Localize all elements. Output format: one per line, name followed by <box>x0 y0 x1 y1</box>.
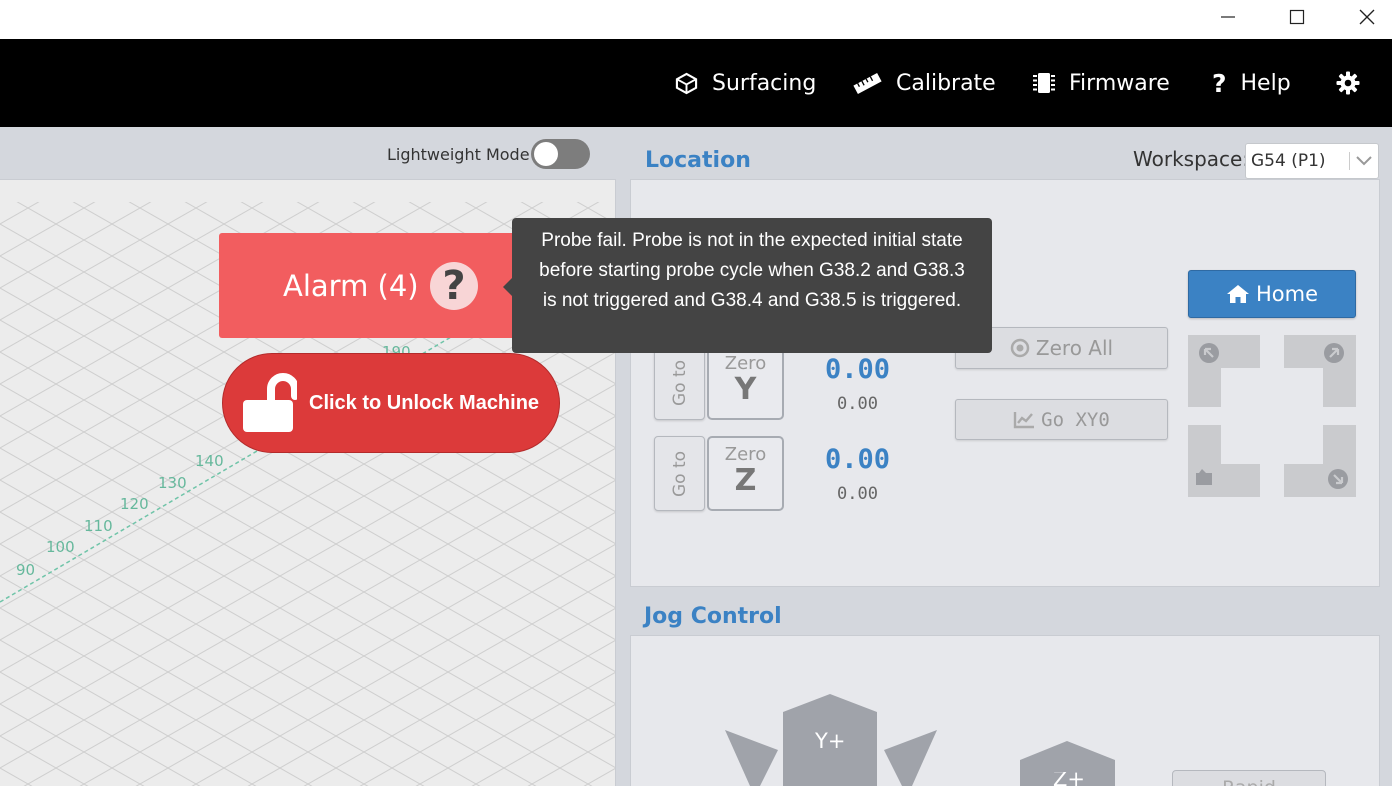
jog-y-plus-label: Y+ <box>815 729 846 753</box>
corner-bottom-right-button[interactable] <box>1284 425 1356 497</box>
home-label: Home <box>1255 282 1318 306</box>
close-icon <box>1359 9 1375 25</box>
workspace-label: Workspace: <box>1133 147 1250 171</box>
y-work-position: 0.00 <box>825 354 891 385</box>
workspace-value: G54 (P1) <box>1251 151 1326 171</box>
tooltip-arrow <box>503 278 512 296</box>
jog-x-plus-y-plus-button[interactable] <box>884 730 937 786</box>
goto-y-button[interactable]: Go to <box>654 345 705 420</box>
nav-calibrate[interactable]: Calibrate <box>853 39 996 127</box>
jog-x-minus-y-plus-button[interactable] <box>725 730 778 786</box>
ruler-icon <box>853 72 882 94</box>
axis-label: 130 <box>158 474 187 492</box>
corner-top-right-button[interactable] <box>1284 335 1356 407</box>
z-work-position: 0.00 <box>825 444 891 475</box>
surfacing-icon <box>675 72 698 94</box>
go-xy0-label: Go XY0 <box>1041 408 1110 431</box>
close-button[interactable] <box>1344 0 1390 34</box>
axis-label: 110 <box>84 517 113 535</box>
goto-z-button[interactable]: Go to <box>654 436 705 511</box>
home-icon <box>1226 285 1249 303</box>
zero-z-button[interactable]: Zero Z <box>707 436 784 511</box>
unlock-machine-button[interactable]: Click to Unlock Machine <box>222 353 560 453</box>
window-titlebar <box>0 0 1392 39</box>
location-title: Location <box>645 148 751 173</box>
axis-label: 120 <box>120 495 149 513</box>
question-icon: ? <box>1212 68 1227 98</box>
axis-label: 140 <box>195 452 224 470</box>
jog-z-plus-label: Z+ <box>1053 772 1085 786</box>
lightweight-mode-label: Lightweight Mode <box>387 145 530 164</box>
nav-firmware-label: Firmware <box>1069 70 1170 96</box>
zero-y-button[interactable]: Zero Y <box>707 345 784 420</box>
z-machine-position: 0.00 <box>837 484 878 504</box>
axis-label: 100 <box>46 538 75 556</box>
maximize-button[interactable] <box>1274 0 1320 34</box>
toggle-knob <box>534 142 558 166</box>
chart-line-icon <box>1013 411 1035 428</box>
rapid-label: Rapid <box>1222 777 1276 786</box>
corner-bottom-left-button[interactable] <box>1188 425 1260 497</box>
alarm-help-icon[interactable]: ? <box>430 262 478 310</box>
nav-surfacing[interactable]: Surfacing <box>675 39 816 127</box>
corner-top-left-button[interactable] <box>1188 335 1260 407</box>
target-icon <box>1010 338 1030 358</box>
gear-icon <box>1336 71 1360 95</box>
goto-y-label: Go to <box>669 359 690 406</box>
zero-y-axis: Y <box>734 372 757 407</box>
alarm-tooltip-text: Probe fail. Probe is not in the expected… <box>539 230 965 311</box>
question-glyph: ? <box>442 263 466 309</box>
zero-z-axis: Z <box>734 463 757 498</box>
minimize-button[interactable] <box>1205 0 1251 34</box>
nav-firmware[interactable]: Firmware <box>1033 39 1170 127</box>
go-xy0-button[interactable]: Go XY0 <box>955 399 1168 440</box>
select-separator <box>1349 152 1350 170</box>
home-button[interactable]: Home <box>1188 270 1356 318</box>
nav-help-label: Help <box>1240 70 1291 96</box>
chip-icon <box>1033 73 1055 93</box>
unlock-icon <box>243 373 297 432</box>
minimize-icon <box>1221 16 1235 18</box>
axis-label: 90 <box>16 561 35 579</box>
zero-z-label: Zero <box>724 444 767 465</box>
zero-y-label: Zero <box>724 353 767 374</box>
goto-z-label: Go to <box>669 450 690 497</box>
nav-calibrate-label: Calibrate <box>896 70 996 96</box>
top-navigation: Surfacing Calibrate Firmware ? Help <box>0 39 1392 127</box>
zero-all-label: Zero All <box>1035 336 1114 360</box>
alarm-banner: Alarm (4) ? <box>219 233 539 338</box>
nav-help[interactable]: ? Help <box>1212 39 1291 127</box>
alarm-tooltip: Probe fail. Probe is not in the expected… <box>503 218 992 353</box>
maximize-icon <box>1289 9 1305 25</box>
nav-surfacing-label: Surfacing <box>712 70 817 96</box>
lightweight-mode-toggle[interactable] <box>531 139 590 169</box>
alarm-label: Alarm (4) <box>283 269 419 303</box>
unlock-machine-label: Click to Unlock Machine <box>309 391 540 414</box>
jog-control-title: Jog Control <box>644 604 782 629</box>
rapid-button[interactable]: Rapid <box>1172 770 1326 786</box>
chevron-down-icon <box>1356 156 1372 166</box>
workspace-select[interactable]: G54 (P1) <box>1245 143 1379 179</box>
y-machine-position: 0.00 <box>837 394 878 414</box>
settings-button[interactable] <box>1336 39 1374 127</box>
